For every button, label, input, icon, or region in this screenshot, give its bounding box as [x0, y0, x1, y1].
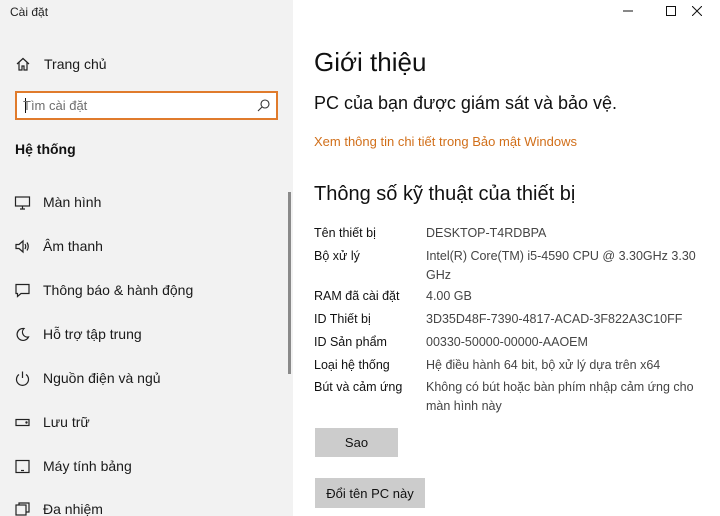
- sidebar-item-label: Máy tính bảng: [43, 458, 132, 474]
- sidebar-item-multitasking[interactable]: Đa nhiệm: [0, 493, 288, 516]
- spec-value: Không có bút hoặc bàn phím nhập cảm ứng …: [426, 380, 694, 413]
- tablet-icon: [14, 458, 31, 475]
- copy-button[interactable]: Sao: [315, 428, 398, 457]
- sidebar-item-label: Trang chủ: [44, 56, 107, 72]
- home-icon: [15, 56, 31, 72]
- sidebar-scrollbar[interactable]: [288, 192, 291, 374]
- spec-key: Tên thiết bị: [314, 226, 376, 240]
- spec-value: DESKTOP-T4RDBPA: [426, 226, 547, 240]
- main-content: Giới thiệu PC của bạn được giám sát và b…: [293, 0, 720, 516]
- power-icon: [14, 370, 31, 387]
- sidebar-item-sound[interactable]: Âm thanh: [0, 230, 288, 262]
- sidebar-item-power[interactable]: Nguồn điện và ngủ: [0, 362, 288, 394]
- spec-value: 00330-50000-00000-AAOEM: [426, 335, 588, 349]
- protection-status: PC của bạn được giám sát và bảo vệ.: [314, 93, 618, 113]
- spec-value: 4.00 GB: [426, 289, 472, 303]
- focus-assist-icon: [14, 326, 31, 343]
- search-box[interactable]: [15, 91, 278, 120]
- security-details-link[interactable]: Xem thông tin chi tiết trong Bảo mật Win…: [314, 134, 577, 149]
- sidebar-item-notifications[interactable]: Thông báo & hành động: [0, 274, 288, 306]
- device-specs-heading: Thông số kỹ thuật của thiết bị: [314, 183, 576, 205]
- sidebar-item-label: Hỗ trợ tập trung: [43, 326, 142, 342]
- sidebar-item-label: Nguồn điện và ngủ: [43, 370, 161, 386]
- sidebar: Cài đặt Trang chủ Hệ thống Màn hình: [0, 0, 293, 516]
- sidebar-item-focus-assist[interactable]: Hỗ trợ tập trung: [0, 318, 288, 350]
- sidebar-item-label: Đa nhiệm: [43, 501, 103, 516]
- close-icon: [691, 3, 703, 21]
- spec-value: 3D35D48F-7390-4817-ACAD-3F822A3C10FF: [426, 312, 683, 326]
- spec-key: RAM đã cài đặt: [314, 289, 400, 303]
- close-button[interactable]: [674, 0, 720, 24]
- sidebar-item-storage[interactable]: Lưu trữ: [0, 406, 288, 438]
- spec-key: ID Thiết bị: [314, 312, 371, 326]
- search-icon[interactable]: [256, 98, 271, 113]
- sidebar-item-display[interactable]: Màn hình: [0, 186, 288, 218]
- minimize-icon: [623, 3, 633, 21]
- sidebar-item-tablet[interactable]: Máy tính bảng: [0, 450, 288, 482]
- sidebar-item-label: Thông báo & hành động: [43, 282, 194, 298]
- page-title: Giới thiệu: [314, 47, 427, 77]
- storage-icon: [14, 414, 31, 431]
- sidebar-item-label: Màn hình: [43, 194, 102, 210]
- display-icon: [14, 194, 31, 211]
- search-input[interactable]: [23, 97, 248, 114]
- rename-pc-button[interactable]: Đổi tên PC này: [315, 478, 425, 508]
- app-title: Cài đặt: [10, 5, 49, 19]
- spec-key: Bộ xử lý: [314, 249, 360, 263]
- spec-key: Loại hệ thống: [314, 358, 390, 372]
- notification-icon: [14, 282, 31, 299]
- sidebar-item-label: Lưu trữ: [43, 414, 90, 430]
- spec-value: Intel(R) Core(TM) i5-4590 CPU @ 3.30GHz …: [426, 249, 696, 282]
- spec-key: ID Sản phẩm: [314, 335, 387, 349]
- minimize-button[interactable]: [605, 0, 651, 24]
- sidebar-item-home[interactable]: Trang chủ: [0, 50, 293, 78]
- sound-icon: [14, 238, 31, 255]
- multitasking-icon: [14, 501, 31, 516]
- spec-value: Hệ điều hành 64 bit, bộ xử lý dựa trên x…: [426, 358, 661, 372]
- spec-key: Bút và cảm ứng: [314, 380, 403, 394]
- section-heading: Hệ thống: [15, 141, 76, 157]
- sidebar-item-label: Âm thanh: [43, 238, 103, 254]
